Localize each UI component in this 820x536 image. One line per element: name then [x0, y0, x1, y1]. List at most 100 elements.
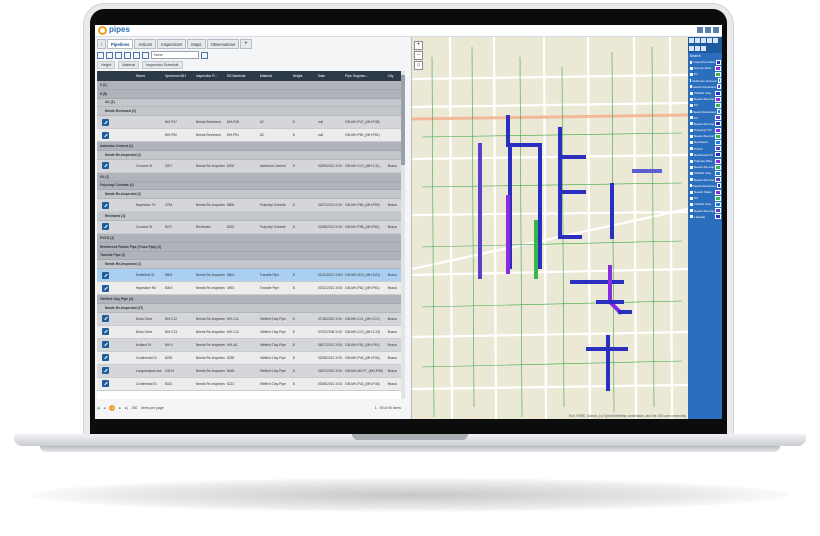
table-row[interactable]: Dean Drive MH-C12 Needs Re-Inspected MH-C11…: [97, 312, 405, 326]
edit-icon[interactable]: [102, 223, 109, 231]
filter-icon[interactable]: [97, 51, 104, 59]
layer-checkbox[interactable]: [690, 110, 692, 114]
table-row[interactable]: Haymaker Trl 4793 Needs Re-Inspected 8806 Po…: [97, 199, 405, 213]
group-row[interactable]: Needs Re-Inspected (27): [97, 303, 405, 313]
layer-checkbox[interactable]: [690, 153, 693, 157]
table-row[interactable]: Continental St 8022 Needs Re-Inspected 8222…: [97, 377, 405, 391]
table-row[interactable]: MH-P47 Needs Reviewed MH-P48 AC 8 null GM-MH-P…: [97, 116, 405, 130]
table-row[interactable]: Smithfield St 8803 Needs Re-Inspected 8804 T…: [97, 269, 405, 283]
settings-icon[interactable]: [705, 27, 711, 33]
layer-checkbox[interactable]: [690, 97, 693, 101]
group-row[interactable]: Needs Reviewed (2): [97, 107, 405, 117]
edit-icon[interactable]: [102, 354, 109, 362]
print-icon[interactable]: [133, 51, 140, 59]
first-page-icon[interactable]: |◂: [97, 406, 100, 410]
edit-icon[interactable]: [102, 201, 109, 209]
legend-icon[interactable]: [695, 38, 700, 43]
tab-observations[interactable]: Observations: [206, 39, 240, 49]
layer-checkbox[interactable]: [690, 190, 693, 194]
print-map-icon[interactable]: [695, 45, 700, 51]
group-row[interactable]: Polyvinyl Chloride (2): [97, 181, 405, 191]
layer-checkbox[interactable]: [690, 72, 693, 76]
edit-icon[interactable]: [102, 271, 109, 279]
last-page-icon[interactable]: ▸|: [125, 406, 128, 410]
edit-icon[interactable]: [102, 131, 109, 139]
share-icon[interactable]: [701, 45, 706, 51]
edit-icon[interactable]: [102, 341, 109, 349]
group-row[interactable]: 0 (1): [97, 81, 405, 90]
group-row[interactable]: AC (1): [97, 98, 405, 108]
group-row[interactable]: Needs Re-Inspected (1): [97, 150, 405, 160]
layer-checkbox[interactable]: [690, 215, 693, 219]
group-row[interactable]: Reviewed (1): [97, 212, 405, 221]
table-row[interactable]: Concord St 0207 Needs Re-Inspected 8206 Asbe…: [97, 159, 405, 173]
column-header[interactable]: Height: [291, 74, 316, 78]
add-tab-button[interactable]: +: [240, 39, 252, 49]
group-chip[interactable]: Height: [97, 61, 116, 69]
measure-icon[interactable]: [707, 38, 712, 43]
select-icon[interactable]: [713, 38, 718, 43]
column-header[interactable]: Material: [258, 74, 291, 78]
group-row[interactable]: Asbestos Cement (1): [97, 142, 405, 151]
layers-icon[interactable]: [689, 38, 694, 43]
layer-checkbox[interactable]: [690, 159, 693, 163]
layer-checkbox[interactable]: [690, 165, 693, 169]
per-page-select[interactable]: 250: [132, 406, 138, 410]
group-row[interactable]: Needs Re-Inspected (1): [97, 190, 405, 200]
column-header[interactable]: DS Manhole: [225, 74, 258, 78]
group-row[interactable]: 8 (8): [97, 89, 405, 99]
layer-checkbox[interactable]: [690, 85, 692, 89]
layer-checkbox[interactable]: [690, 184, 692, 188]
table-row[interactable]: Dean Drive MH-C13 Needs Re-Inspected MH-C12…: [97, 325, 405, 339]
view-select[interactable]: None: [151, 51, 199, 59]
edit-icon[interactable]: [102, 162, 109, 170]
layer-checkbox[interactable]: [690, 60, 693, 64]
table-row[interactable]: Holland St MH-4 Needs Re-Inspected MH-4A Vit…: [97, 338, 405, 352]
table-row[interactable]: Haymaker Rd 8004 Needs Re-Inspected 4992 Tra…: [97, 282, 405, 296]
layer-checkbox[interactable]: [690, 141, 693, 145]
export-icon[interactable]: [124, 51, 131, 59]
map-view[interactable]: + − ⌂ Esri, HERE, Garmin, (c) OpenStreet…: [412, 37, 688, 419]
zoom-out-button[interactable]: −: [414, 51, 423, 60]
tab-inspections[interactable]: Inspections: [157, 39, 187, 49]
prev-page-icon[interactable]: ◂: [104, 406, 106, 410]
table-row[interactable]: Longmeadow Ave 10014 Needs Re-Inspected 816…: [97, 364, 405, 378]
group-row[interactable]: Transite Pipe (1): [97, 251, 405, 261]
layer-checkbox[interactable]: [690, 122, 693, 126]
edit-icon[interactable]: [102, 284, 109, 292]
layer-checkbox[interactable]: [690, 202, 693, 206]
refresh-icon[interactable]: [106, 51, 113, 59]
tab-actions[interactable]: Actions: [134, 39, 157, 49]
layer-checkbox[interactable]: [690, 171, 693, 175]
zoom-in-button[interactable]: +: [414, 41, 423, 50]
column-header[interactable]: Date: [316, 74, 343, 78]
table-row[interactable]: MH-P50 Needs Reviewed MH-P51 AC 8 null GM-MH-P…: [97, 129, 405, 143]
save-icon[interactable]: [142, 51, 149, 59]
menu-icon[interactable]: [713, 27, 719, 33]
add-view-icon[interactable]: [201, 51, 208, 59]
scroll-thumb[interactable]: [401, 75, 405, 165]
layer-checkbox[interactable]: [690, 134, 693, 138]
group-row[interactable]: Vitrified Clay Pipe (4): [97, 295, 405, 304]
layer-checkbox[interactable]: [690, 66, 693, 70]
column-header[interactable]: Pipe Segmen...: [343, 74, 386, 78]
group-chip[interactable]: Inspection Schedule: [142, 61, 183, 69]
tab-maps[interactable]: Maps: [187, 39, 206, 49]
edit-icon[interactable]: [102, 118, 109, 126]
next-page-icon[interactable]: ▸: [119, 406, 121, 410]
layer-item[interactable]: Laterals: [688, 214, 722, 220]
edit-icon[interactable]: [102, 315, 109, 323]
home-icon[interactable]: ⌂: [414, 61, 423, 70]
layer-checkbox[interactable]: [690, 147, 693, 151]
column-header[interactable]: Street: [134, 74, 163, 78]
group-row[interactable]: Reinforced Plastic Pipe (Truss Pipe) (1): [97, 242, 405, 252]
column-header[interactable]: Upstream MH: [163, 74, 194, 78]
table-row[interactable]: Concord St 8072 Reviewed 8202 Polyvinyl Chlo…: [97, 220, 405, 234]
layer-checkbox[interactable]: [690, 178, 693, 182]
layer-checkbox[interactable]: [690, 79, 692, 83]
info-icon[interactable]: i: [97, 39, 106, 49]
layer-checkbox[interactable]: [690, 196, 693, 200]
column-header[interactable]: Inspection R...: [194, 74, 225, 78]
layer-checkbox[interactable]: [690, 209, 693, 213]
columns-icon[interactable]: [115, 51, 122, 59]
